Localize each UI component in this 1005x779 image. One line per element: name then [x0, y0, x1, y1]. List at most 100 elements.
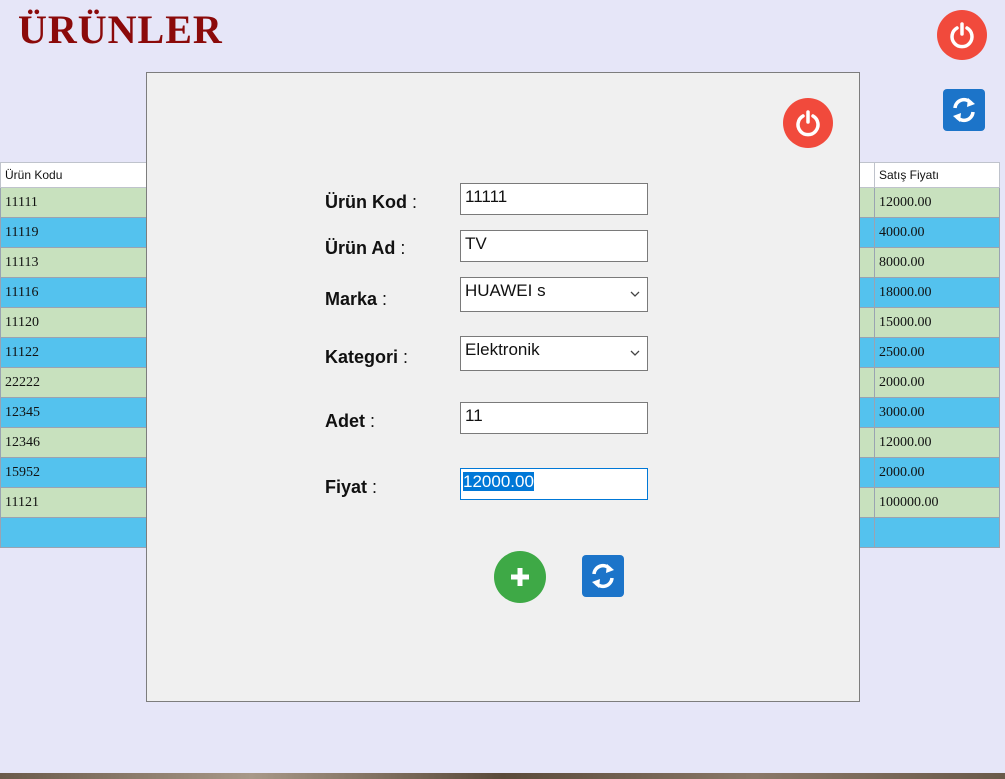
- refresh-list-button[interactable]: [943, 89, 985, 131]
- cell-code[interactable]: 12346: [0, 427, 148, 458]
- table-row[interactable]: 2000.00: [857, 457, 1000, 488]
- table-row-new[interactable]: [857, 517, 1000, 548]
- fiyat-field[interactable]: 12000.00: [460, 468, 648, 500]
- page-title: ÜRÜNLER: [18, 7, 223, 52]
- table-row[interactable]: 15000.00: [857, 307, 1000, 338]
- fiyat-label: Fiyat :: [325, 477, 377, 498]
- table-row[interactable]: 11113: [0, 247, 148, 278]
- colon: :: [372, 477, 378, 497]
- marka-select[interactable]: HUAWEI s: [460, 277, 648, 312]
- cell-price[interactable]: 12000.00: [874, 187, 1000, 218]
- products-grid-right[interactable]: Satış Fiyatı 12000.00 4000.00 8000.00 18…: [857, 162, 1000, 548]
- cell-price[interactable]: 8000.00: [874, 247, 1000, 278]
- cell-code[interactable]: 11120: [0, 307, 148, 338]
- colon: :: [370, 411, 376, 431]
- table-row[interactable]: 3000.00: [857, 397, 1000, 428]
- table-row[interactable]: 11116: [0, 277, 148, 308]
- table-row[interactable]: 15952: [0, 457, 148, 488]
- cell-price[interactable]: 3000.00: [874, 397, 1000, 428]
- refresh-form-button[interactable]: [582, 555, 624, 597]
- cell-stub: [857, 217, 875, 248]
- cell-price[interactable]: 18000.00: [874, 277, 1000, 308]
- table-row[interactable]: 11120: [0, 307, 148, 338]
- colon: :: [382, 289, 388, 309]
- cell-code[interactable]: 11113: [0, 247, 148, 278]
- table-row[interactable]: 22222: [0, 367, 148, 398]
- colon: :: [400, 238, 406, 258]
- cell-code[interactable]: 11116: [0, 277, 148, 308]
- cell-stub: [857, 457, 875, 488]
- column-header-urun-kodu[interactable]: Ürün Kodu: [0, 162, 148, 188]
- refresh-icon: [592, 563, 614, 589]
- kategori-select-value: Elektronik: [465, 340, 540, 359]
- cell-price[interactable]: 2000.00: [874, 367, 1000, 398]
- cell-price[interactable]: 2000.00: [874, 457, 1000, 488]
- urun-kod-field[interactable]: 11111: [460, 183, 648, 215]
- close-dialog-button[interactable]: [783, 98, 833, 148]
- table-row[interactable]: 18000.00: [857, 277, 1000, 308]
- column-header-stub: [857, 162, 875, 188]
- cell-price[interactable]: 2500.00: [874, 337, 1000, 368]
- urun-ad-field[interactable]: TV: [460, 230, 648, 262]
- taskbar-edge: [0, 773, 1005, 779]
- products-grid-left[interactable]: Ürün Kodu 11111 11119 11113 11116 11120 …: [0, 162, 148, 548]
- cell-code[interactable]: 15952: [0, 457, 148, 488]
- chevron-down-icon: [630, 350, 640, 356]
- table-row[interactable]: 12345: [0, 397, 148, 428]
- urun-kod-label: Ürün Kod :: [325, 192, 417, 213]
- kategori-select[interactable]: Elektronik: [460, 336, 648, 371]
- cell-code[interactable]: 11111: [0, 187, 148, 218]
- cell-stub: [857, 397, 875, 428]
- table-row[interactable]: 11119: [0, 217, 148, 248]
- table-row-new[interactable]: [0, 517, 148, 548]
- table-row[interactable]: 12000.00: [857, 187, 1000, 218]
- cell-stub: [857, 427, 875, 458]
- close-app-button[interactable]: [937, 10, 987, 60]
- add-product-button[interactable]: [494, 551, 546, 603]
- column-header-satis-fiyati[interactable]: Satış Fiyatı: [874, 162, 1000, 188]
- cell-price[interactable]: 12000.00: [874, 427, 1000, 458]
- kategori-label: Kategori :: [325, 347, 408, 368]
- cell-code[interactable]: 12345: [0, 397, 148, 428]
- marka-label: Marka :: [325, 289, 387, 310]
- table-row[interactable]: 2500.00: [857, 337, 1000, 368]
- table-row[interactable]: 11111: [0, 187, 148, 218]
- cell-stub: [857, 367, 875, 398]
- cell-code[interactable]: 22222: [0, 367, 148, 398]
- cell-code[interactable]: 11121: [0, 487, 148, 518]
- urun-kod-label-text: Ürün Kod: [325, 192, 407, 212]
- adet-field[interactable]: 11: [460, 402, 648, 434]
- colon: :: [403, 347, 409, 367]
- cell-stub: [857, 487, 875, 518]
- cell-price[interactable]: 100000.00: [874, 487, 1000, 518]
- cell-code[interactable]: [0, 517, 148, 548]
- table-row[interactable]: 11122: [0, 337, 148, 368]
- table-row[interactable]: 12000.00: [857, 427, 1000, 458]
- cell-code[interactable]: 11119: [0, 217, 148, 248]
- marka-select-value: HUAWEI s: [465, 281, 546, 300]
- plus-icon: [511, 568, 529, 586]
- cell-stub: [857, 277, 875, 308]
- cell-stub: [857, 307, 875, 338]
- adet-label-text: Adet: [325, 411, 365, 431]
- table-row[interactable]: 2000.00: [857, 367, 1000, 398]
- table-row[interactable]: 100000.00: [857, 487, 1000, 518]
- cell-code[interactable]: 11122: [0, 337, 148, 368]
- table-row[interactable]: 4000.00: [857, 217, 1000, 248]
- marka-label-text: Marka: [325, 289, 378, 309]
- cell-stub: [857, 187, 875, 218]
- chevron-down-icon: [630, 291, 640, 297]
- cell-stub: [857, 337, 875, 368]
- colon: :: [412, 192, 418, 212]
- product-edit-dialog: Ürün Kod : 11111 Ürün Ad : TV Marka : HU…: [146, 72, 860, 702]
- cell-price[interactable]: [874, 517, 1000, 548]
- table-row[interactable]: 11121: [0, 487, 148, 518]
- table-row[interactable]: 12346: [0, 427, 148, 458]
- urun-ad-label: Ürün Ad :: [325, 238, 405, 259]
- kategori-label-text: Kategori: [325, 347, 399, 367]
- cell-price[interactable]: 4000.00: [874, 217, 1000, 248]
- power-icon: [796, 110, 820, 137]
- fiyat-field-selected-text: 12000.00: [463, 472, 534, 491]
- table-row[interactable]: 8000.00: [857, 247, 1000, 278]
- cell-price[interactable]: 15000.00: [874, 307, 1000, 338]
